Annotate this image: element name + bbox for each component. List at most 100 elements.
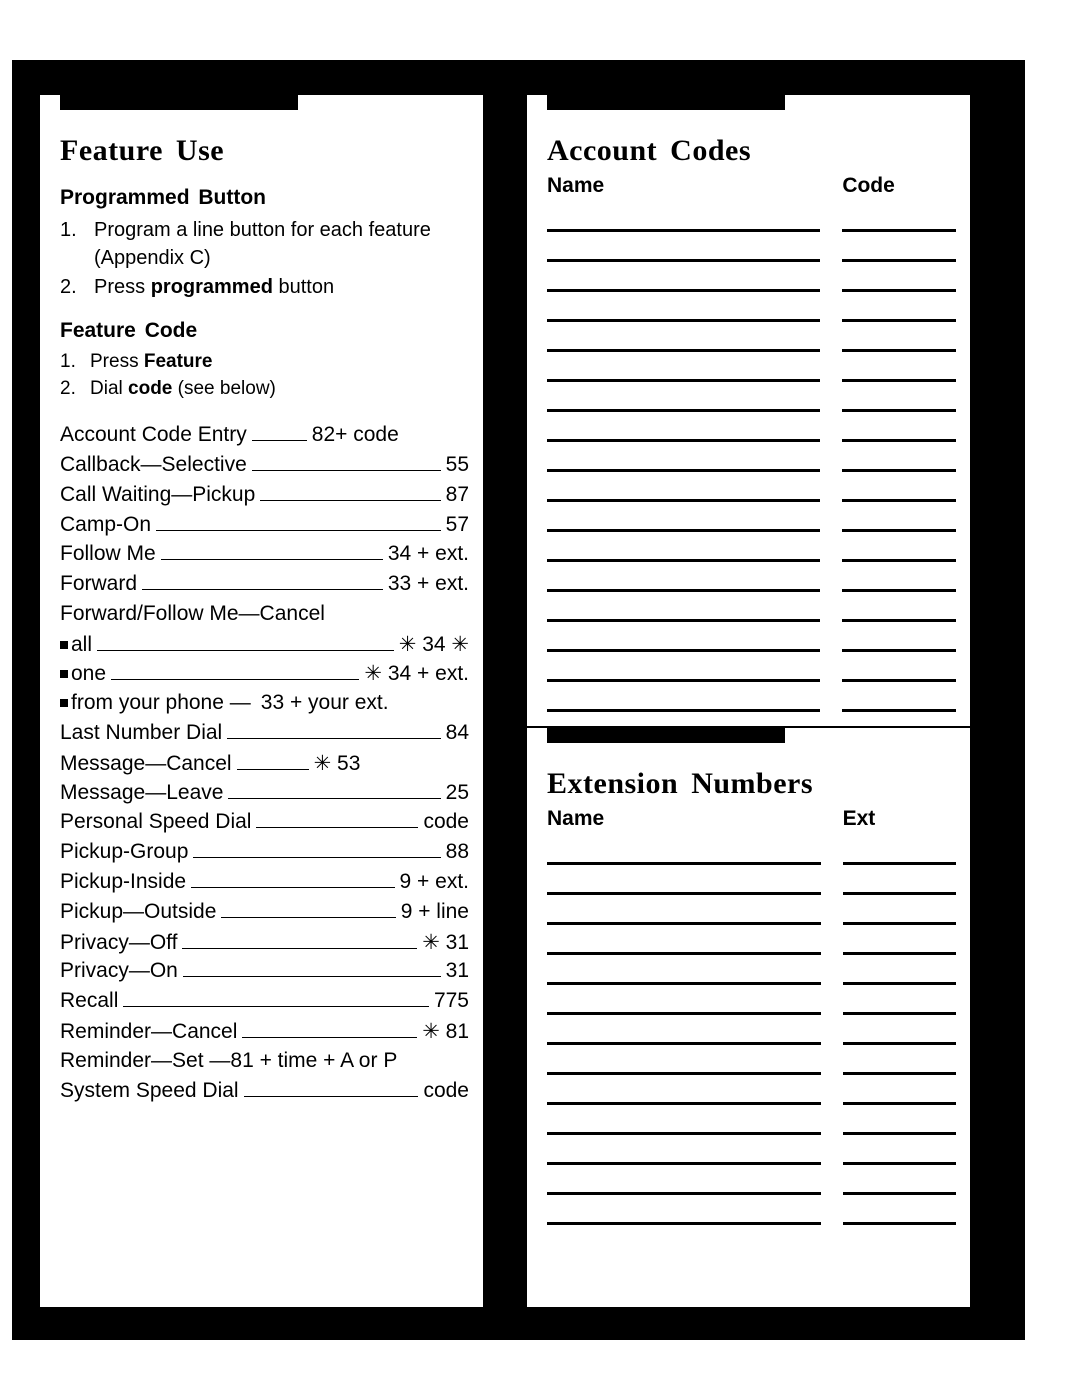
- extension-row-name-blank[interactable]: [547, 1045, 821, 1075]
- account-code-row-value-blank[interactable]: [820, 262, 956, 292]
- account-code-row-name-blank[interactable]: [547, 352, 821, 382]
- account-code-row[interactable]: [547, 382, 956, 412]
- extension-row-value-blank[interactable]: [821, 895, 956, 925]
- feature-code-row: Last Number Dial 84: [60, 721, 469, 751]
- extension-row-name-blank[interactable]: [547, 955, 821, 985]
- account-code-row[interactable]: [547, 442, 956, 472]
- account-code-row-name-blank[interactable]: [547, 502, 821, 532]
- account-code-row-value-blank[interactable]: [820, 502, 956, 532]
- extension-row[interactable]: [547, 1075, 956, 1105]
- extension-row[interactable]: [547, 895, 956, 925]
- account-code-row-value-blank[interactable]: [820, 292, 956, 322]
- account-code-row-value-blank[interactable]: [820, 352, 956, 382]
- extension-row[interactable]: [547, 1015, 956, 1045]
- feature-code-step-number: 2.: [60, 378, 76, 400]
- account-code-row[interactable]: [547, 412, 956, 442]
- account-code-row-value-blank[interactable]: [820, 322, 956, 352]
- extension-row-value-blank[interactable]: [821, 1135, 956, 1165]
- extension-row-name-blank[interactable]: [547, 1105, 821, 1135]
- extension-row[interactable]: [547, 1105, 956, 1135]
- account-code-row[interactable]: [547, 682, 956, 712]
- account-code-row[interactable]: [547, 262, 956, 292]
- account-code-row-value-blank[interactable]: [820, 382, 956, 412]
- account-code-row-value-blank[interactable]: [820, 562, 956, 592]
- account-code-row-name-blank[interactable]: [547, 682, 821, 712]
- account-code-row-name-blank[interactable]: [547, 592, 821, 622]
- account-code-row-name-blank[interactable]: [547, 442, 821, 472]
- account-code-row-name-blank[interactable]: [547, 262, 821, 292]
- extension-row-value-blank[interactable]: [821, 865, 956, 895]
- account-code-row[interactable]: [547, 502, 956, 532]
- account-code-row-name-blank[interactable]: [547, 322, 821, 352]
- extension-row[interactable]: [547, 955, 956, 985]
- account-code-row-value-blank[interactable]: [820, 682, 956, 712]
- account-code-row-value-blank[interactable]: [820, 412, 956, 442]
- account-code-row-value-blank[interactable]: [820, 202, 956, 232]
- account-code-row-name-blank[interactable]: [547, 562, 821, 592]
- account-code-row-name-blank[interactable]: [547, 202, 821, 232]
- extension-row-value-blank[interactable]: [821, 1195, 956, 1225]
- leader-rule: [251, 440, 307, 442]
- extension-row-name-blank[interactable]: [547, 1075, 821, 1105]
- account-code-row[interactable]: [547, 352, 956, 382]
- account-code-row-name-blank[interactable]: [547, 472, 821, 502]
- extension-row-name-blank[interactable]: [547, 1195, 821, 1225]
- account-code-row[interactable]: [547, 592, 956, 622]
- account-code-row-name-blank[interactable]: [547, 292, 821, 322]
- extension-row[interactable]: [547, 1045, 956, 1075]
- extension-row-value-blank[interactable]: [821, 985, 956, 1015]
- leader-rule: [111, 679, 360, 681]
- extension-row-value-blank[interactable]: [821, 955, 956, 985]
- account-code-row-value-blank[interactable]: [820, 232, 956, 262]
- account-code-row-name-blank[interactable]: [547, 382, 821, 412]
- extension-row[interactable]: [547, 1165, 956, 1195]
- account-code-row-value-blank[interactable]: [820, 532, 956, 562]
- extension-row-name-blank[interactable]: [547, 925, 821, 955]
- account-code-row-value-blank[interactable]: [820, 592, 956, 622]
- extension-row-value-blank[interactable]: [821, 925, 956, 955]
- extension-row-name-blank[interactable]: [547, 865, 821, 895]
- extension-row-name-blank[interactable]: [547, 835, 821, 865]
- feature-code-step-item: 1. Press Feature: [60, 349, 469, 376]
- account-code-row-name-blank[interactable]: [547, 652, 821, 682]
- extension-row-name-blank[interactable]: [547, 985, 821, 1015]
- programmed-step-text: Press programmed button: [94, 275, 335, 298]
- extension-row[interactable]: [547, 985, 956, 1015]
- extension-row-value-blank[interactable]: [821, 1045, 956, 1075]
- extension-row[interactable]: [547, 835, 956, 865]
- account-code-row-value-blank[interactable]: [820, 472, 956, 502]
- extension-row[interactable]: [547, 1195, 956, 1225]
- account-code-row[interactable]: [547, 322, 956, 352]
- extension-row-value-blank[interactable]: [821, 1105, 956, 1135]
- extension-row[interactable]: [547, 1135, 956, 1165]
- account-code-row-value-blank[interactable]: [820, 442, 956, 472]
- extension-row-name-blank[interactable]: [547, 895, 821, 925]
- feature-name: Privacy—On: [60, 959, 178, 983]
- account-code-row[interactable]: [547, 652, 956, 682]
- square-bullet-icon: [60, 640, 68, 649]
- account-code-row[interactable]: [547, 292, 956, 322]
- account-code-row[interactable]: [547, 232, 956, 262]
- account-code-row-name-blank[interactable]: [547, 232, 821, 262]
- extension-row-name-blank[interactable]: [547, 1135, 821, 1165]
- account-code-row[interactable]: [547, 622, 956, 652]
- extension-row[interactable]: [547, 925, 956, 955]
- account-code-row-name-blank[interactable]: [547, 622, 821, 652]
- feature-name: Message—Cancel: [60, 751, 232, 775]
- feature-code-step-emphasis: Feature: [143, 351, 213, 373]
- extension-row-value-blank[interactable]: [821, 1165, 956, 1195]
- account-code-row[interactable]: [547, 532, 956, 562]
- account-code-row-value-blank[interactable]: [820, 622, 956, 652]
- extension-row-value-blank[interactable]: [821, 1015, 956, 1045]
- extension-row-name-blank[interactable]: [547, 1015, 821, 1045]
- account-code-row[interactable]: [547, 562, 956, 592]
- account-code-row-value-blank[interactable]: [820, 652, 956, 682]
- extension-row[interactable]: [547, 865, 956, 895]
- account-code-row-name-blank[interactable]: [547, 412, 821, 442]
- extension-row-name-blank[interactable]: [547, 1165, 821, 1195]
- account-code-row-name-blank[interactable]: [547, 532, 821, 562]
- extension-row-value-blank[interactable]: [821, 835, 956, 865]
- account-code-row[interactable]: [547, 472, 956, 502]
- extension-row-value-blank[interactable]: [821, 1075, 956, 1105]
- account-code-row[interactable]: [547, 202, 956, 232]
